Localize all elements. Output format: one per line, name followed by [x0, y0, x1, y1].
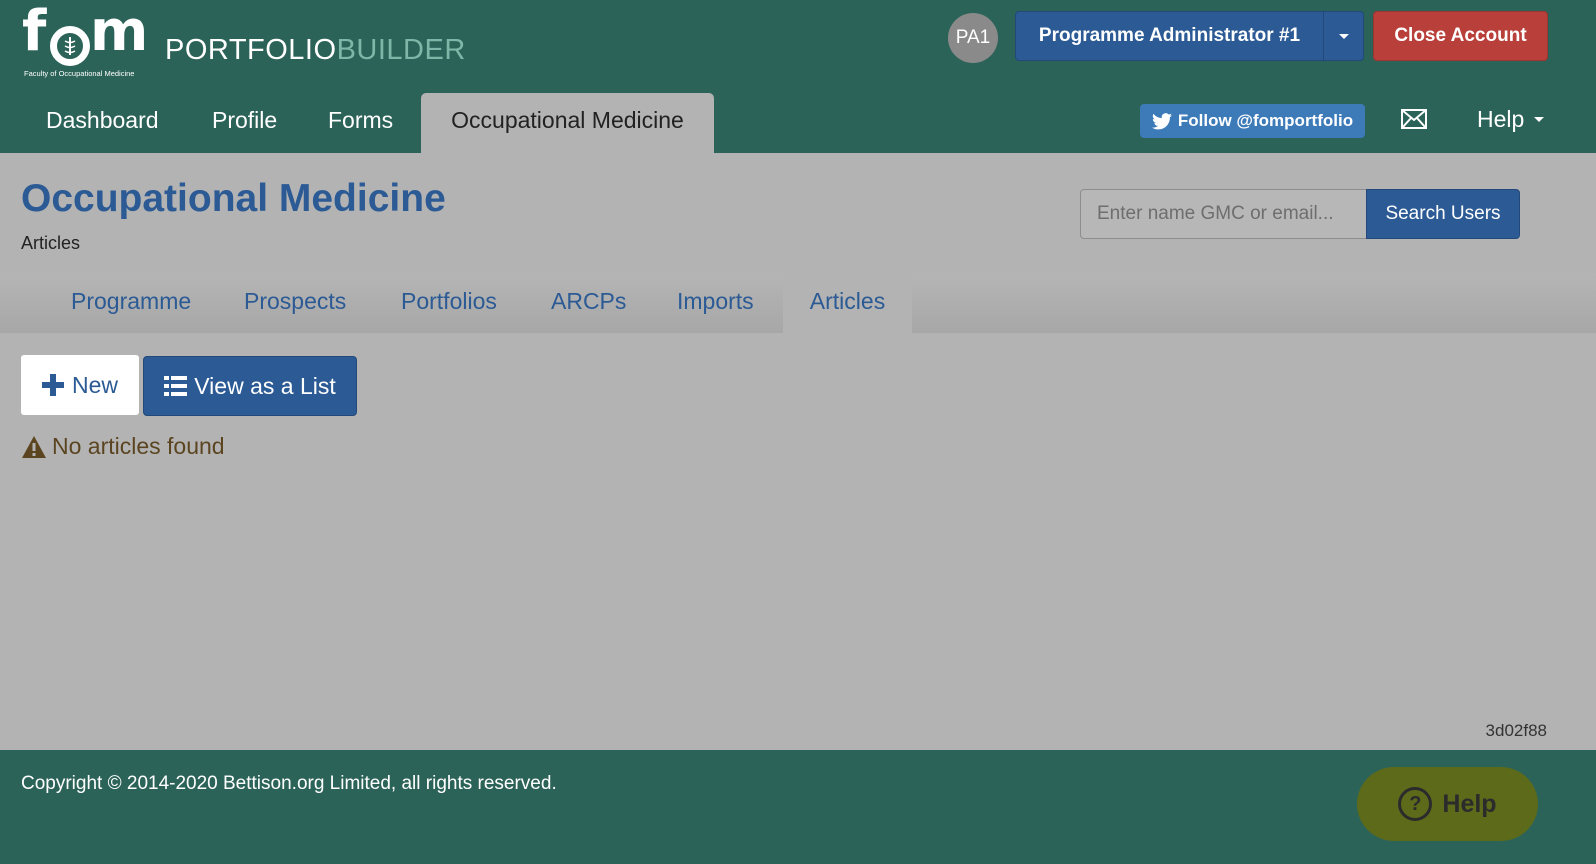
tab-articles[interactable]: Articles: [783, 273, 912, 333]
nav-dashboard[interactable]: Dashboard: [46, 93, 159, 153]
avatar[interactable]: PA1: [948, 13, 998, 63]
view-list-label: View as a List: [194, 372, 336, 399]
logo-letter-m: m: [90, 0, 148, 64]
brand-primary: PORTFOLIO: [165, 34, 337, 66]
tab-programme[interactable]: Programme: [71, 273, 191, 333]
plus-icon: [41, 374, 64, 396]
nav-profile[interactable]: Profile: [212, 93, 277, 153]
messages-link[interactable]: [1401, 108, 1427, 130]
nav-occupational-medicine[interactable]: Occupational Medicine: [421, 93, 714, 153]
portfolio-builder-title: PORTFOLIOBUILDER: [165, 34, 466, 67]
tab-imports[interactable]: Imports: [677, 273, 754, 333]
tab-prospects[interactable]: Prospects: [244, 273, 346, 333]
new-article-button[interactable]: New: [21, 355, 139, 415]
user-menu-toggle[interactable]: [1323, 11, 1364, 61]
tab-arcps[interactable]: ARCPs: [551, 273, 626, 333]
help-widget-button[interactable]: ? Help: [1357, 767, 1538, 841]
search-users-button[interactable]: Search Users: [1366, 189, 1520, 239]
close-account-button[interactable]: Close Account: [1373, 11, 1548, 61]
help-widget-label: Help: [1442, 789, 1497, 818]
follow-twitter-button[interactable]: Follow @fomportfolio: [1140, 104, 1365, 138]
page-title: Occupational Medicine: [21, 177, 446, 220]
page-subtitle: Articles: [21, 233, 81, 253]
notice-message: No articles found: [52, 433, 225, 459]
search-input[interactable]: [1080, 189, 1367, 239]
chevron-down-icon: [1338, 33, 1349, 39]
help-menu[interactable]: Help: [1477, 106, 1545, 133]
logo-letter-f: f: [22, 0, 46, 64]
user-menu-button[interactable]: Programme Administrator #1: [1015, 11, 1324, 61]
brand-secondary: BUILDER: [336, 34, 466, 66]
nav-forms[interactable]: Forms: [328, 93, 393, 153]
list-icon: [164, 376, 188, 396]
copyright-text: Copyright © 2014-2020 Bettison.org Limit…: [21, 773, 557, 794]
new-label: New: [71, 371, 118, 398]
help-menu-label: Help: [1477, 106, 1525, 132]
question-circle-icon: ?: [1398, 787, 1433, 821]
chevron-down-icon: [1534, 117, 1545, 122]
logo-caption: Faculty of Occupational Medicine: [24, 69, 135, 78]
no-articles-notice: No articles found: [21, 433, 225, 460]
view-as-list-button[interactable]: View as a List: [143, 356, 357, 416]
twitter-icon: [1151, 112, 1172, 129]
tab-portfolios[interactable]: Portfolios: [401, 273, 497, 333]
version-hash: 3d02f88: [1485, 721, 1547, 740]
follow-label: Follow @fomportfolio: [1177, 111, 1354, 130]
warning-icon: [22, 435, 46, 458]
envelope-icon: [1401, 109, 1427, 129]
fom-logo[interactable]: f m Faculty of Occupational Medicine: [22, 4, 148, 79]
caduceus-icon: [50, 26, 90, 66]
